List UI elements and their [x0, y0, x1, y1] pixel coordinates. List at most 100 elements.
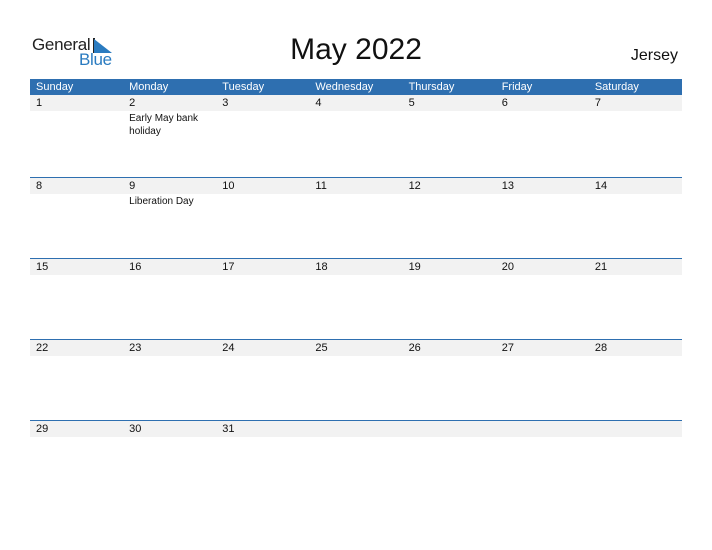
holiday-label — [403, 275, 496, 276]
day-cell[interactable]: 2 Early May bank holiday — [123, 95, 217, 177]
holiday-label — [30, 194, 123, 195]
day-number: 28 — [588, 340, 682, 356]
day-number — [495, 421, 589, 437]
day-number: 30 — [123, 421, 217, 437]
day-cell[interactable]: 26 — [402, 340, 496, 420]
day-cell[interactable]: 14 — [588, 178, 682, 258]
day-number: 10 — [216, 178, 310, 194]
day-number: 7 — [588, 95, 682, 111]
day-number: 2 — [123, 95, 217, 111]
day-cell[interactable]: 25 — [309, 340, 403, 420]
holiday-label — [309, 275, 402, 276]
day-cell[interactable]: 28 — [588, 340, 682, 420]
day-number: 12 — [402, 178, 496, 194]
day-cell[interactable]: 20 — [495, 259, 589, 339]
day-cell[interactable]: 31 — [216, 421, 310, 501]
weekday-saturday: Saturday — [594, 81, 639, 93]
holiday-label — [216, 194, 309, 195]
day-number: 18 — [309, 259, 403, 275]
day-cell[interactable]: 18 — [309, 259, 403, 339]
day-cell — [495, 421, 589, 501]
day-number: 15 — [30, 259, 124, 275]
holiday-label — [496, 111, 589, 112]
holiday-label — [309, 194, 402, 195]
calendar-grid: Sunday Monday Tuesday Wednesday Thursday Frid… — [30, 79, 682, 501]
holiday-label — [216, 111, 309, 112]
day-cell[interactable]: 17 — [216, 259, 310, 339]
day-number: 11 — [309, 178, 403, 194]
calendar-title: May 2022 — [290, 33, 422, 66]
day-cell[interactable]: 6 — [495, 95, 589, 177]
day-cell[interactable]: 8 — [30, 178, 124, 258]
holiday-label — [589, 111, 682, 112]
day-cell[interactable]: 7 — [588, 95, 682, 177]
holiday-label — [123, 437, 216, 438]
holiday-label — [309, 111, 402, 112]
day-number: 6 — [495, 95, 589, 111]
holiday-label — [496, 356, 589, 357]
week-row: 8 9 Liberation Day 10 11 12 13 14 — [30, 177, 682, 258]
day-cell[interactable]: 13 — [495, 178, 589, 258]
holiday-label — [589, 194, 682, 195]
day-cell — [309, 421, 403, 501]
day-cell[interactable]: 21 — [588, 259, 682, 339]
day-number: 14 — [588, 178, 682, 194]
holiday-label — [30, 275, 123, 276]
holiday-label — [589, 275, 682, 276]
day-cell[interactable]: 16 — [123, 259, 217, 339]
day-number: 27 — [495, 340, 589, 356]
day-cell[interactable]: 27 — [495, 340, 589, 420]
day-cell[interactable]: 9 Liberation Day — [123, 178, 217, 258]
country-label: Jersey — [630, 47, 678, 64]
holiday-label — [403, 437, 496, 438]
holiday-label — [216, 437, 309, 438]
day-number: 22 — [30, 340, 124, 356]
weekday-wednesday: Wednesday — [315, 81, 374, 93]
holiday-label — [403, 111, 496, 112]
day-number: 16 — [123, 259, 217, 275]
day-cell[interactable]: 11 — [309, 178, 403, 258]
day-cell[interactable]: 19 — [402, 259, 496, 339]
day-number: 23 — [123, 340, 217, 356]
day-cell[interactable]: 5 — [402, 95, 496, 177]
weekday-thursday: Thursday — [408, 81, 455, 93]
day-cell[interactable]: 30 — [123, 421, 217, 501]
day-number: 3 — [216, 95, 310, 111]
day-number: 13 — [495, 178, 589, 194]
week-row: 29 30 31 — [30, 420, 682, 501]
day-cell[interactable]: 24 — [216, 340, 310, 420]
holiday-label — [589, 356, 682, 357]
holiday-label — [589, 437, 682, 438]
day-number: 24 — [216, 340, 310, 356]
holiday-label — [309, 356, 402, 357]
holiday-label — [30, 111, 123, 112]
holiday-label — [30, 356, 123, 357]
holiday-label — [216, 356, 309, 357]
day-cell — [402, 421, 496, 501]
week-row: 22 23 24 25 26 27 28 — [30, 339, 682, 420]
day-number — [402, 421, 496, 437]
holiday-label — [123, 275, 216, 276]
weekday-monday: Monday — [129, 81, 169, 93]
holiday-label — [309, 437, 402, 438]
holiday-label — [496, 275, 589, 276]
day-cell[interactable]: 10 — [216, 178, 310, 258]
holiday-label — [496, 194, 589, 195]
day-cell[interactable]: 1 — [30, 95, 124, 177]
day-number: 4 — [309, 95, 403, 111]
day-cell[interactable]: 12 — [402, 178, 496, 258]
day-cell[interactable]: 4 — [309, 95, 403, 177]
day-cell[interactable]: 22 — [30, 340, 124, 420]
holiday-label — [403, 356, 496, 357]
holiday-label — [403, 194, 496, 195]
day-number: 8 — [30, 178, 124, 194]
day-number: 21 — [588, 259, 682, 275]
day-cell — [588, 421, 682, 501]
day-cell[interactable]: 15 — [30, 259, 124, 339]
day-number: 5 — [402, 95, 496, 111]
weekday-tuesday: Tuesday — [222, 81, 265, 93]
day-cell[interactable]: 3 — [216, 95, 310, 177]
day-cell[interactable]: 23 — [123, 340, 217, 420]
day-cell[interactable]: 29 — [30, 421, 124, 501]
holiday-label: Early May bank holiday — [129, 113, 199, 137]
